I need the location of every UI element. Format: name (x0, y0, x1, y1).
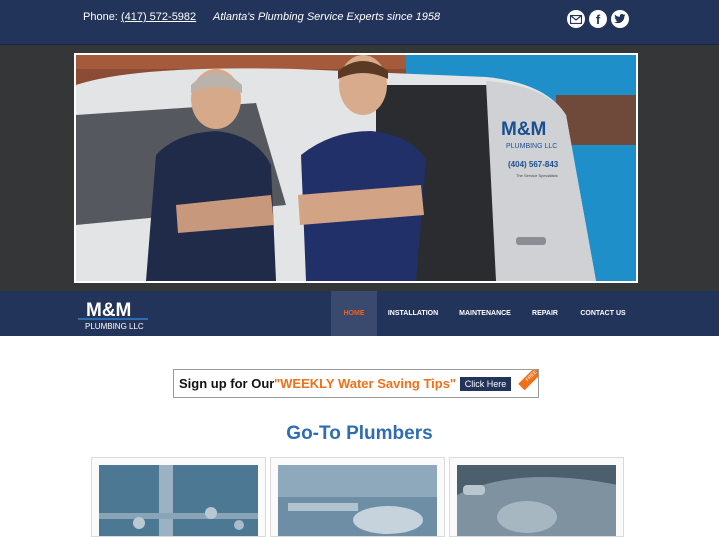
van-logo-line2: PLUMBING LLC (506, 143, 557, 150)
banner-highlight: "WEEKLY Water Saving Tips" (274, 376, 457, 391)
nav-repair[interactable]: REPAIR (525, 291, 565, 336)
main-navbar: M&M PLUMBING LLC HOME INSTALLATION MAINT… (0, 291, 719, 336)
card-photo (99, 465, 258, 536)
card-photo (278, 465, 437, 536)
phone-info: Phone: (417) 572-5982 (83, 11, 196, 23)
facebook-icon[interactable]: f (589, 10, 607, 28)
service-card[interactable] (270, 457, 445, 537)
logo-line2: PLUMBING LLC (85, 322, 144, 331)
hero-illustration: M&M PLUMBING LLC (404) 567-843 The Servi… (76, 55, 636, 281)
phone-label: Phone: (83, 11, 118, 23)
click-here-button[interactable]: Click Here (460, 377, 511, 391)
phone-number-link[interactable]: (417) 572-5982 (121, 11, 196, 23)
tagline: Atlanta's Plumbing Service Experts since… (213, 11, 441, 23)
van-phone: (404) 567-843 (508, 160, 559, 169)
hero-section: M&M PLUMBING LLC (404) 567-843 The Servi… (0, 45, 719, 291)
twitter-icon[interactable] (611, 10, 629, 28)
nav-contact-us[interactable]: CONTACT US (575, 291, 631, 336)
nav-installation[interactable]: INSTALLATION (381, 291, 445, 336)
banner-lead: Sign up for Our (179, 376, 275, 391)
nav-home[interactable]: HOME (331, 291, 377, 336)
card-photo (457, 465, 616, 536)
hero-photo: M&M PLUMBING LLC (404) 567-843 The Servi… (74, 53, 638, 283)
nav-maintenance[interactable]: MAINTENANCE (455, 291, 515, 336)
van-logo-line1: M&M (501, 119, 546, 140)
service-card[interactable] (449, 457, 624, 537)
service-card[interactable] (91, 457, 266, 537)
email-icon[interactable] (567, 10, 585, 28)
section-title: Go-To Plumbers (286, 423, 433, 444)
free-ribbon: FREE (518, 370, 538, 391)
top-bar: Phone: (417) 572-5982 Atlanta's Plumbing… (0, 0, 719, 45)
van-slogan: The Service Specialists (516, 173, 558, 178)
facebook-glyph: f (595, 11, 601, 27)
site-logo[interactable]: M&M PLUMBING LLC (78, 296, 150, 332)
newsletter-banner[interactable]: Sign up for Our "WEEKLY Water Saving Tip… (173, 369, 539, 398)
logo-line1: M&M (86, 300, 131, 321)
